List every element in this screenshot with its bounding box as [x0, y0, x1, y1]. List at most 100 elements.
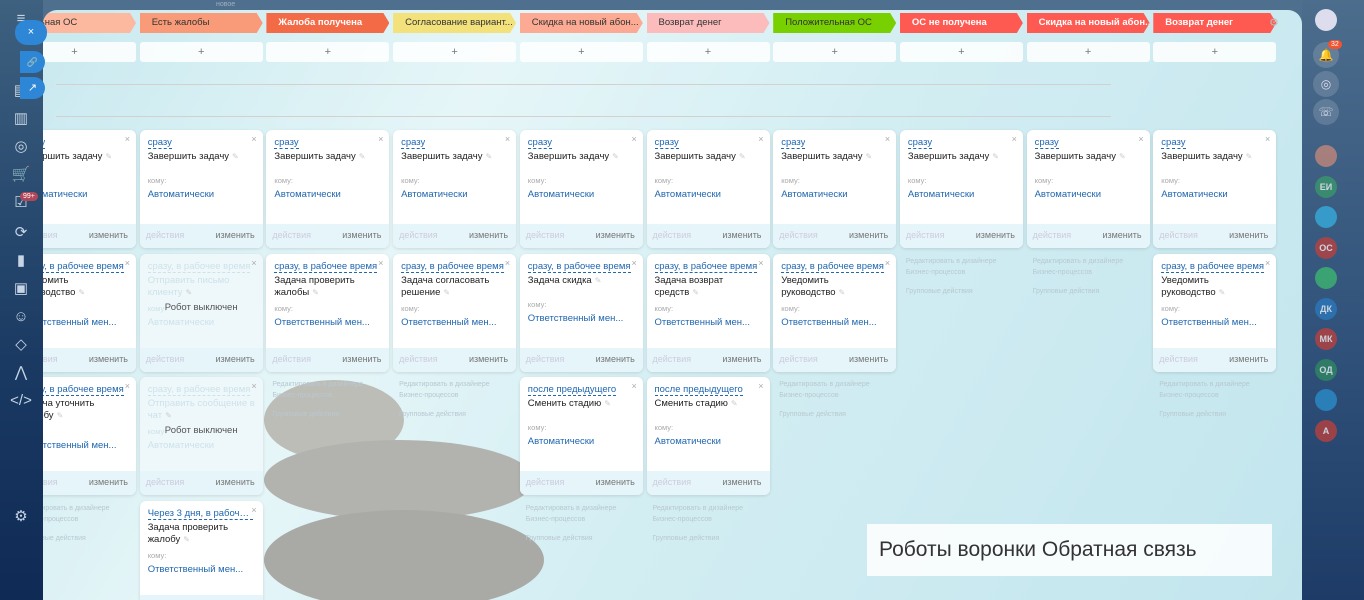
group-actions-link[interactable]: Групповые действия: [1159, 409, 1276, 420]
stage-tab[interactable]: Жалоба получена: [266, 13, 389, 33]
actions-link[interactable]: действия: [526, 477, 565, 487]
stage-tab[interactable]: Согласование вариант...: [393, 13, 516, 33]
stage-tab[interactable]: Возврат денег: [647, 13, 770, 33]
robot-card[interactable]: сразу, в рабочее время Задача скидка ✎ кому…: [519, 253, 643, 372]
recipient-value[interactable]: Автоматически: [528, 436, 594, 447]
sites-icon[interactable]: ▣: [10, 278, 32, 300]
robot-card[interactable]: сразу, в рабочее время Задача возврат сре…: [646, 253, 770, 372]
robot-card[interactable]: сразу, в рабочее время Отправить письмо к…: [139, 253, 263, 372]
chat-avatar[interactable]: ЕИ: [1315, 175, 1337, 198]
edit-in-designer-link[interactable]: Редактировать в дизайнере Бизнес-процесс…: [1159, 379, 1276, 401]
edit-link[interactable]: изменить: [1229, 230, 1268, 240]
edit-in-designer-link[interactable]: Редактировать в дизайнере Бизнес-процесс…: [272, 379, 389, 401]
edit-in-designer-link[interactable]: Редактировать в дизайнере Бизнес-процесс…: [526, 503, 643, 525]
actions-link[interactable]: действия: [653, 354, 692, 364]
actions-link[interactable]: действия: [526, 354, 565, 364]
robot-condition-link[interactable]: сразу: [654, 137, 679, 149]
pencil-icon[interactable]: ✎: [839, 288, 846, 297]
pencil-icon[interactable]: ✎: [1119, 152, 1126, 161]
recipient-value[interactable]: Автоматически: [1161, 189, 1227, 200]
robot-condition-link[interactable]: сразу: [274, 137, 299, 149]
robot-condition-link[interactable]: сразу, в рабочее время: [147, 384, 251, 396]
robot-card[interactable]: сразу Завершить задачу✎ кому: Автоматически…: [519, 130, 643, 248]
pencil-icon[interactable]: ✎: [604, 399, 611, 408]
pencil-icon[interactable]: ✎: [612, 152, 619, 161]
robot-condition-link[interactable]: после предыдущего: [527, 384, 617, 396]
robot-condition-link[interactable]: сразу, в рабочее время: [147, 261, 251, 273]
pencil-icon[interactable]: ✎: [731, 399, 738, 408]
chat-avatar[interactable]: А: [1315, 419, 1337, 442]
robot-card[interactable]: сразу Завершить задачу✎ кому: Автоматически…: [139, 130, 263, 248]
target-icon[interactable]: ◎: [10, 136, 32, 158]
actions-link[interactable]: действия: [779, 230, 818, 240]
open-new-window-button[interactable]: ↗: [20, 77, 45, 99]
stage-tab[interactable]: Возврат денег: [1153, 13, 1276, 33]
robot-condition-link[interactable]: сразу, в рабочее время: [274, 261, 378, 273]
edit-link[interactable]: изменить: [849, 230, 888, 240]
recipient-value[interactable]: Автоматически: [655, 189, 721, 200]
chat-avatar[interactable]: ОС: [1315, 236, 1337, 259]
actions-link[interactable]: действия: [906, 230, 945, 240]
actions-link[interactable]: действия: [779, 354, 818, 364]
close-icon[interactable]: ×: [378, 134, 383, 144]
edit-link[interactable]: изменить: [596, 230, 635, 240]
robot-card[interactable]: сразу Завершить задачу✎ кому: Автоматически…: [899, 130, 1023, 248]
edit-link[interactable]: изменить: [469, 230, 508, 240]
pencil-icon[interactable]: ✎: [312, 288, 319, 297]
robot-card[interactable]: Через 3 дня, в рабоче... Задача проверить…: [139, 500, 263, 600]
close-icon[interactable]: ×: [505, 134, 510, 144]
robot-card[interactable]: после предыдущего Сменить стадию ✎ кому: Авт…: [519, 377, 643, 495]
close-icon[interactable]: ×: [125, 381, 130, 391]
robot-condition-link[interactable]: после предыдущего: [654, 384, 743, 396]
close-icon[interactable]: ×: [632, 134, 637, 144]
actions-link[interactable]: действия: [399, 354, 438, 364]
pencil-icon[interactable]: ✎: [866, 152, 873, 161]
stage-tab[interactable]: Скидка на новый абон...: [520, 13, 643, 33]
robot-condition-link[interactable]: сразу, в рабочее время: [654, 261, 758, 273]
edit-link[interactable]: изменить: [1102, 230, 1141, 240]
edit-link[interactable]: изменить: [216, 477, 255, 487]
store-icon[interactable]: ▥: [10, 108, 32, 130]
robot-card[interactable]: сразу, в рабочее время Отправить сообщени…: [139, 377, 263, 495]
edit-link[interactable]: изменить: [342, 230, 381, 240]
robot-condition-link[interactable]: сразу: [527, 137, 553, 149]
edit-link[interactable]: изменить: [976, 230, 1015, 240]
close-icon[interactable]: ×: [885, 258, 890, 268]
close-icon[interactable]: ×: [758, 258, 763, 268]
edit-link[interactable]: изменить: [722, 477, 761, 487]
robot-card[interactable]: сразу, в рабочее времяУведомить руководс…: [1153, 253, 1277, 372]
pencil-icon[interactable]: ✎: [165, 411, 172, 420]
close-icon[interactable]: ×: [505, 258, 510, 268]
group-actions-link[interactable]: Групповые действия: [272, 409, 389, 420]
edit-link[interactable]: изменить: [722, 230, 761, 240]
search-chat-icon[interactable]: ☏: [1313, 99, 1339, 125]
add-robot-button[interactable]: +: [43, 42, 136, 62]
add-robot-button[interactable]: +: [1153, 42, 1277, 62]
close-icon[interactable]: ×: [758, 134, 763, 144]
robot-card[interactable]: сразу Завершить задачу✎ кому: Автоматически…: [266, 130, 390, 248]
actions-link[interactable]: действия: [146, 354, 185, 364]
crm-icon[interactable]: ⟳: [10, 222, 32, 244]
stage-tab[interactable]: Скидка на новый абон...: [1027, 13, 1150, 33]
add-robot-button[interactable]: +: [139, 42, 263, 62]
add-robot-button[interactable]: +: [646, 42, 770, 62]
pencil-icon[interactable]: ✎: [992, 152, 999, 161]
robot-card[interactable]: сразу Завершить задачу✎ кому: Автоматически…: [393, 130, 517, 248]
recipient-value[interactable]: Ответственный мен...: [655, 317, 750, 328]
edit-in-designer-link[interactable]: Редактировать в дизайнере Бизнес-процесс…: [779, 379, 896, 401]
robot-condition-link[interactable]: сразу: [907, 137, 933, 149]
close-icon[interactable]: ×: [251, 258, 256, 268]
recipient-value[interactable]: Автоматически: [274, 189, 340, 200]
close-icon[interactable]: ×: [125, 258, 130, 268]
robot-card[interactable]: сразу Завершить задачу✎ кому: Автоматически…: [1153, 130, 1277, 248]
robot-condition-link[interactable]: сразу: [401, 137, 426, 149]
pencil-icon[interactable]: ✎: [1246, 152, 1253, 161]
group-actions-link[interactable]: Групповые действия: [653, 533, 770, 544]
edit-link[interactable]: изменить: [596, 477, 635, 487]
stage-tab[interactable]: тельная ОС: [43, 13, 136, 33]
close-icon[interactable]: ×: [1265, 258, 1270, 268]
recipient-value[interactable]: Автоматически: [148, 189, 214, 200]
robot-condition-link[interactable]: сразу: [147, 137, 172, 149]
robot-card[interactable]: сразу Завершить задачу✎ кому: Автоматически…: [646, 130, 770, 248]
robot-condition-link[interactable]: сразу: [781, 137, 806, 149]
